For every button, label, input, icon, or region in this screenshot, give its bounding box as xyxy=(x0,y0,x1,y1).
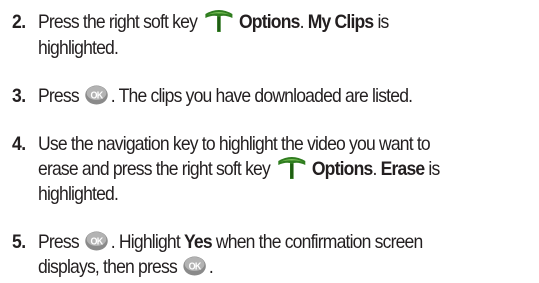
ok-button-icon xyxy=(183,256,206,276)
options-label: Options xyxy=(238,11,300,34)
text: Press xyxy=(38,85,83,107)
text: . xyxy=(372,158,381,181)
ok-button-icon xyxy=(85,85,108,105)
step-text-line: displays, then press . xyxy=(38,255,214,279)
text: erase and press the right soft key xyxy=(38,158,275,181)
text: displays, then press xyxy=(38,256,181,278)
text: is xyxy=(424,158,440,181)
step-text-line: Press . The clips you have downloaded ar… xyxy=(38,84,413,108)
text: when the confirmation screen xyxy=(211,231,423,253)
text: Press the right soft key xyxy=(38,11,202,34)
right-soft-key-icon xyxy=(203,8,235,34)
ok-button-icon xyxy=(85,231,108,251)
text: . xyxy=(208,256,214,278)
step-text-line: highlighted. xyxy=(38,37,119,59)
step-text-line: highlighted. xyxy=(38,183,119,205)
step-number: 5. xyxy=(12,231,26,253)
manual-page: 2. Press the right soft key Options. My … xyxy=(0,0,539,283)
step-text-line: Press . Highlight Yes when the confirmat… xyxy=(38,230,423,254)
step-number: 2. xyxy=(12,11,26,33)
my-clips-label: My Clips xyxy=(307,11,374,34)
text: . The clips you have downloaded are list… xyxy=(110,85,413,107)
right-soft-key-icon xyxy=(276,155,308,181)
text: . Highlight xyxy=(110,231,184,253)
yes-label: Yes xyxy=(183,231,213,253)
step-text-line: Press the right soft key Options. My Cli… xyxy=(38,10,389,34)
step-number: 4. xyxy=(12,133,26,155)
erase-label: Erase xyxy=(380,158,426,181)
text: . xyxy=(299,11,308,34)
step-text-line: erase and press the right soft key Optio… xyxy=(38,155,440,181)
text: is xyxy=(373,11,389,34)
step-text-line: Use the navigation key to highlight the … xyxy=(38,133,431,155)
text: Press xyxy=(38,231,83,253)
options-label: Options xyxy=(311,158,373,181)
step-number: 3. xyxy=(12,85,26,107)
